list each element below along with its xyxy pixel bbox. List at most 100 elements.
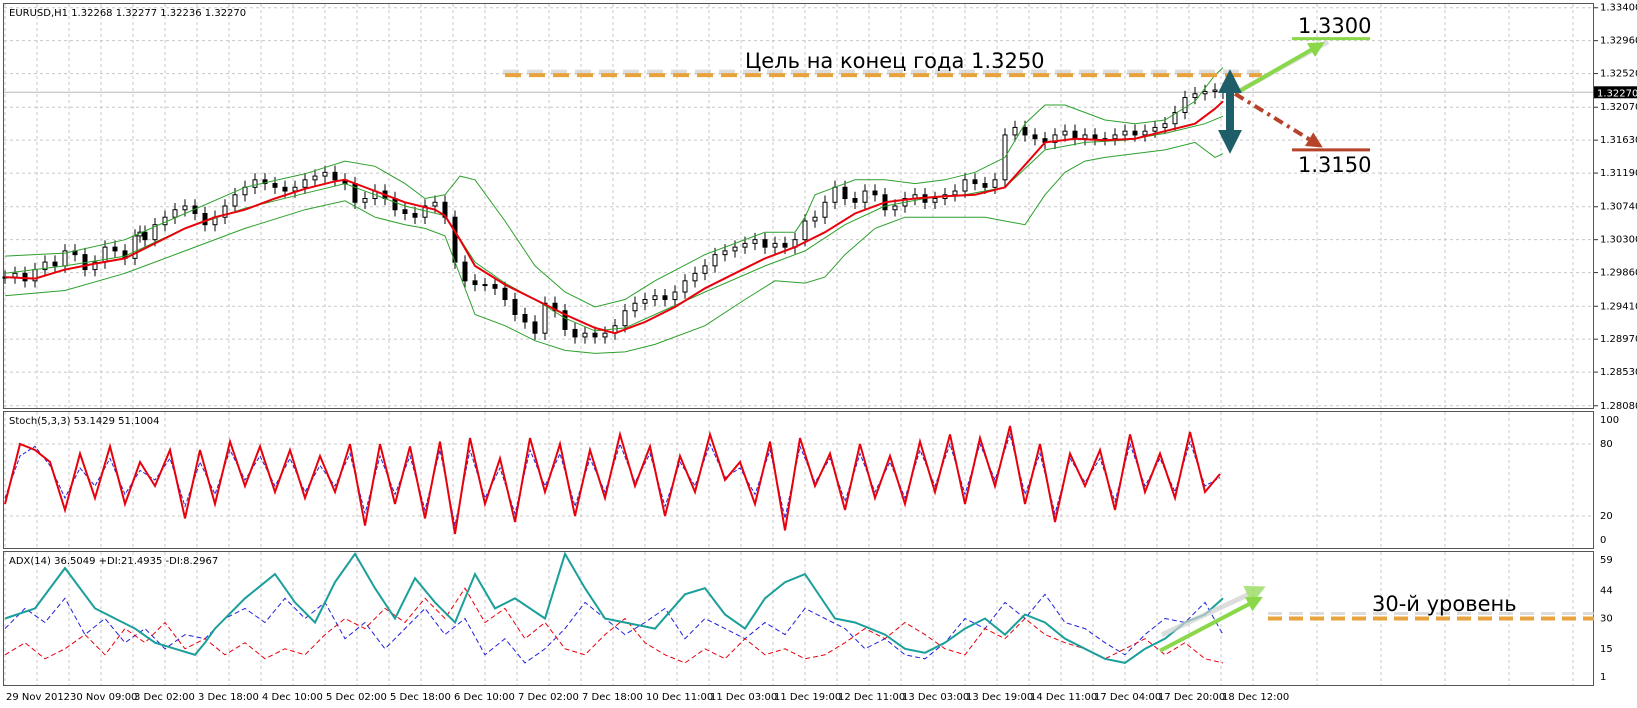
price-tick-label: 1.31190 [1600,168,1637,179]
candle-body [1132,130,1138,136]
candle-body [622,310,628,327]
candle-body [842,186,848,200]
candle-body [692,272,698,282]
candle-body [1192,93,1198,99]
time-tick-label: 13 Dec 19:00 [966,692,1033,703]
candle-body [652,295,658,301]
candle-body [312,175,318,181]
candle-body [672,291,678,301]
candle-body [492,284,498,289]
candle-body [592,332,598,338]
price-tick-label: 1.31630 [1600,135,1637,146]
time-tick-label: 17 Dec 20:00 [1158,692,1225,703]
candle-body [642,299,648,304]
candle-body [12,272,18,278]
candle-body [1072,130,1078,140]
adx-level-label: 30-й уровень [1372,592,1517,616]
candle-body [952,190,958,196]
candle-body [682,280,688,293]
stoch-tick-label: 100 [1600,415,1619,426]
price-tick-label: 1.32960 [1600,36,1637,47]
candle-body [752,239,758,244]
candle-body [522,313,528,323]
candle-body [412,212,418,218]
candle-body [782,242,788,248]
time-tick-label: 29 Nov 2012 [6,692,70,703]
time-tick-label: 7 Dec 02:00 [518,692,579,703]
candle-body [762,239,768,248]
candle-body [1152,126,1158,132]
time-tick-label: 4 Dec 10:00 [262,692,323,703]
candle-body [1142,130,1148,136]
candle-body [872,190,878,196]
time-tick-label: 7 Dec 18:00 [582,692,643,703]
candle-body [712,254,718,267]
candle-body [1202,91,1208,95]
price-tick-label: 1.28080 [1600,401,1637,412]
candle-body [432,201,438,207]
time-tick-label: 5 Dec 18:00 [390,692,451,703]
candle-body [582,332,588,338]
symbol-header: EURUSD,H1 1.32268 1.32277 1.32236 1.3227… [9,8,246,19]
candle-body [1012,126,1018,136]
candle-body [822,201,828,218]
candle-body [392,198,398,211]
adx-tick-label: 59 [1600,555,1613,566]
candle-body [1062,130,1068,136]
candle-body [452,216,458,263]
candle-body [982,183,988,188]
candle-body [322,171,328,177]
candle-body [232,194,238,207]
candle-body [932,198,938,203]
candle-body [732,246,738,252]
trading-chart: 29 Nov 2012 30 Nov 09:003 Dec 02:00 3 Dec … [2,3,1637,703]
candle-body [112,246,118,252]
candle-body [632,302,638,312]
time-tick-label: 11 Dec 03:00 [710,692,777,703]
candle-body [862,190,868,203]
candle-body [972,179,978,185]
candle-body [362,198,368,203]
time-tick-label: 18 Dec 12:00 [1222,692,1289,703]
candle-body [482,284,488,287]
price-tick-label: 1.30300 [1600,235,1637,246]
candle-body [802,220,808,241]
price-tick-label: 1.33400 [1600,3,1637,14]
candle-body [662,295,668,301]
price-tick-label: 1.30740 [1600,202,1637,213]
candle-body [182,205,188,211]
adx-tick-label: 30 [1600,614,1613,625]
candle-body [332,171,338,181]
candle-body [892,205,898,211]
target-label: Цель на конец года 1.3250 [745,49,1045,73]
candle-body [852,198,858,203]
adx-tick-label: 1 [1600,672,1606,683]
candle-body [772,242,778,248]
time-tick-label: 13 Dec 03:00 [902,692,969,703]
candle-body [142,231,148,241]
time-tick-label: 30 Nov 09:00 [70,692,137,703]
current-price-label: 1.32270 [1597,88,1637,99]
candle-body [292,186,298,192]
time-tick-label: 3 Dec 02:00 [134,692,195,703]
candle-body [302,179,308,188]
time-tick-label: 17 Dec 04:00 [1094,692,1161,703]
time-tick-label: 5 Dec 02:00 [326,692,387,703]
candle-body [1212,89,1218,93]
price-tick-label: 1.32520 [1600,69,1637,80]
candle-body [1162,123,1168,128]
adx-tick-label: 44 [1600,585,1613,596]
price-tick-label: 1.28530 [1600,367,1637,378]
candle-body [1122,130,1128,136]
candle-body [1082,134,1088,140]
candle-body [472,280,478,286]
candle-body [282,186,288,192]
candle-body [1022,126,1028,136]
candle-body [992,179,998,188]
time-tick-label: 6 Dec 10:00 [454,692,515,703]
candle-body [742,242,748,248]
candle-body [512,299,518,315]
candle-body [162,216,168,226]
candle-body [1112,134,1118,140]
candle-body [722,250,728,256]
